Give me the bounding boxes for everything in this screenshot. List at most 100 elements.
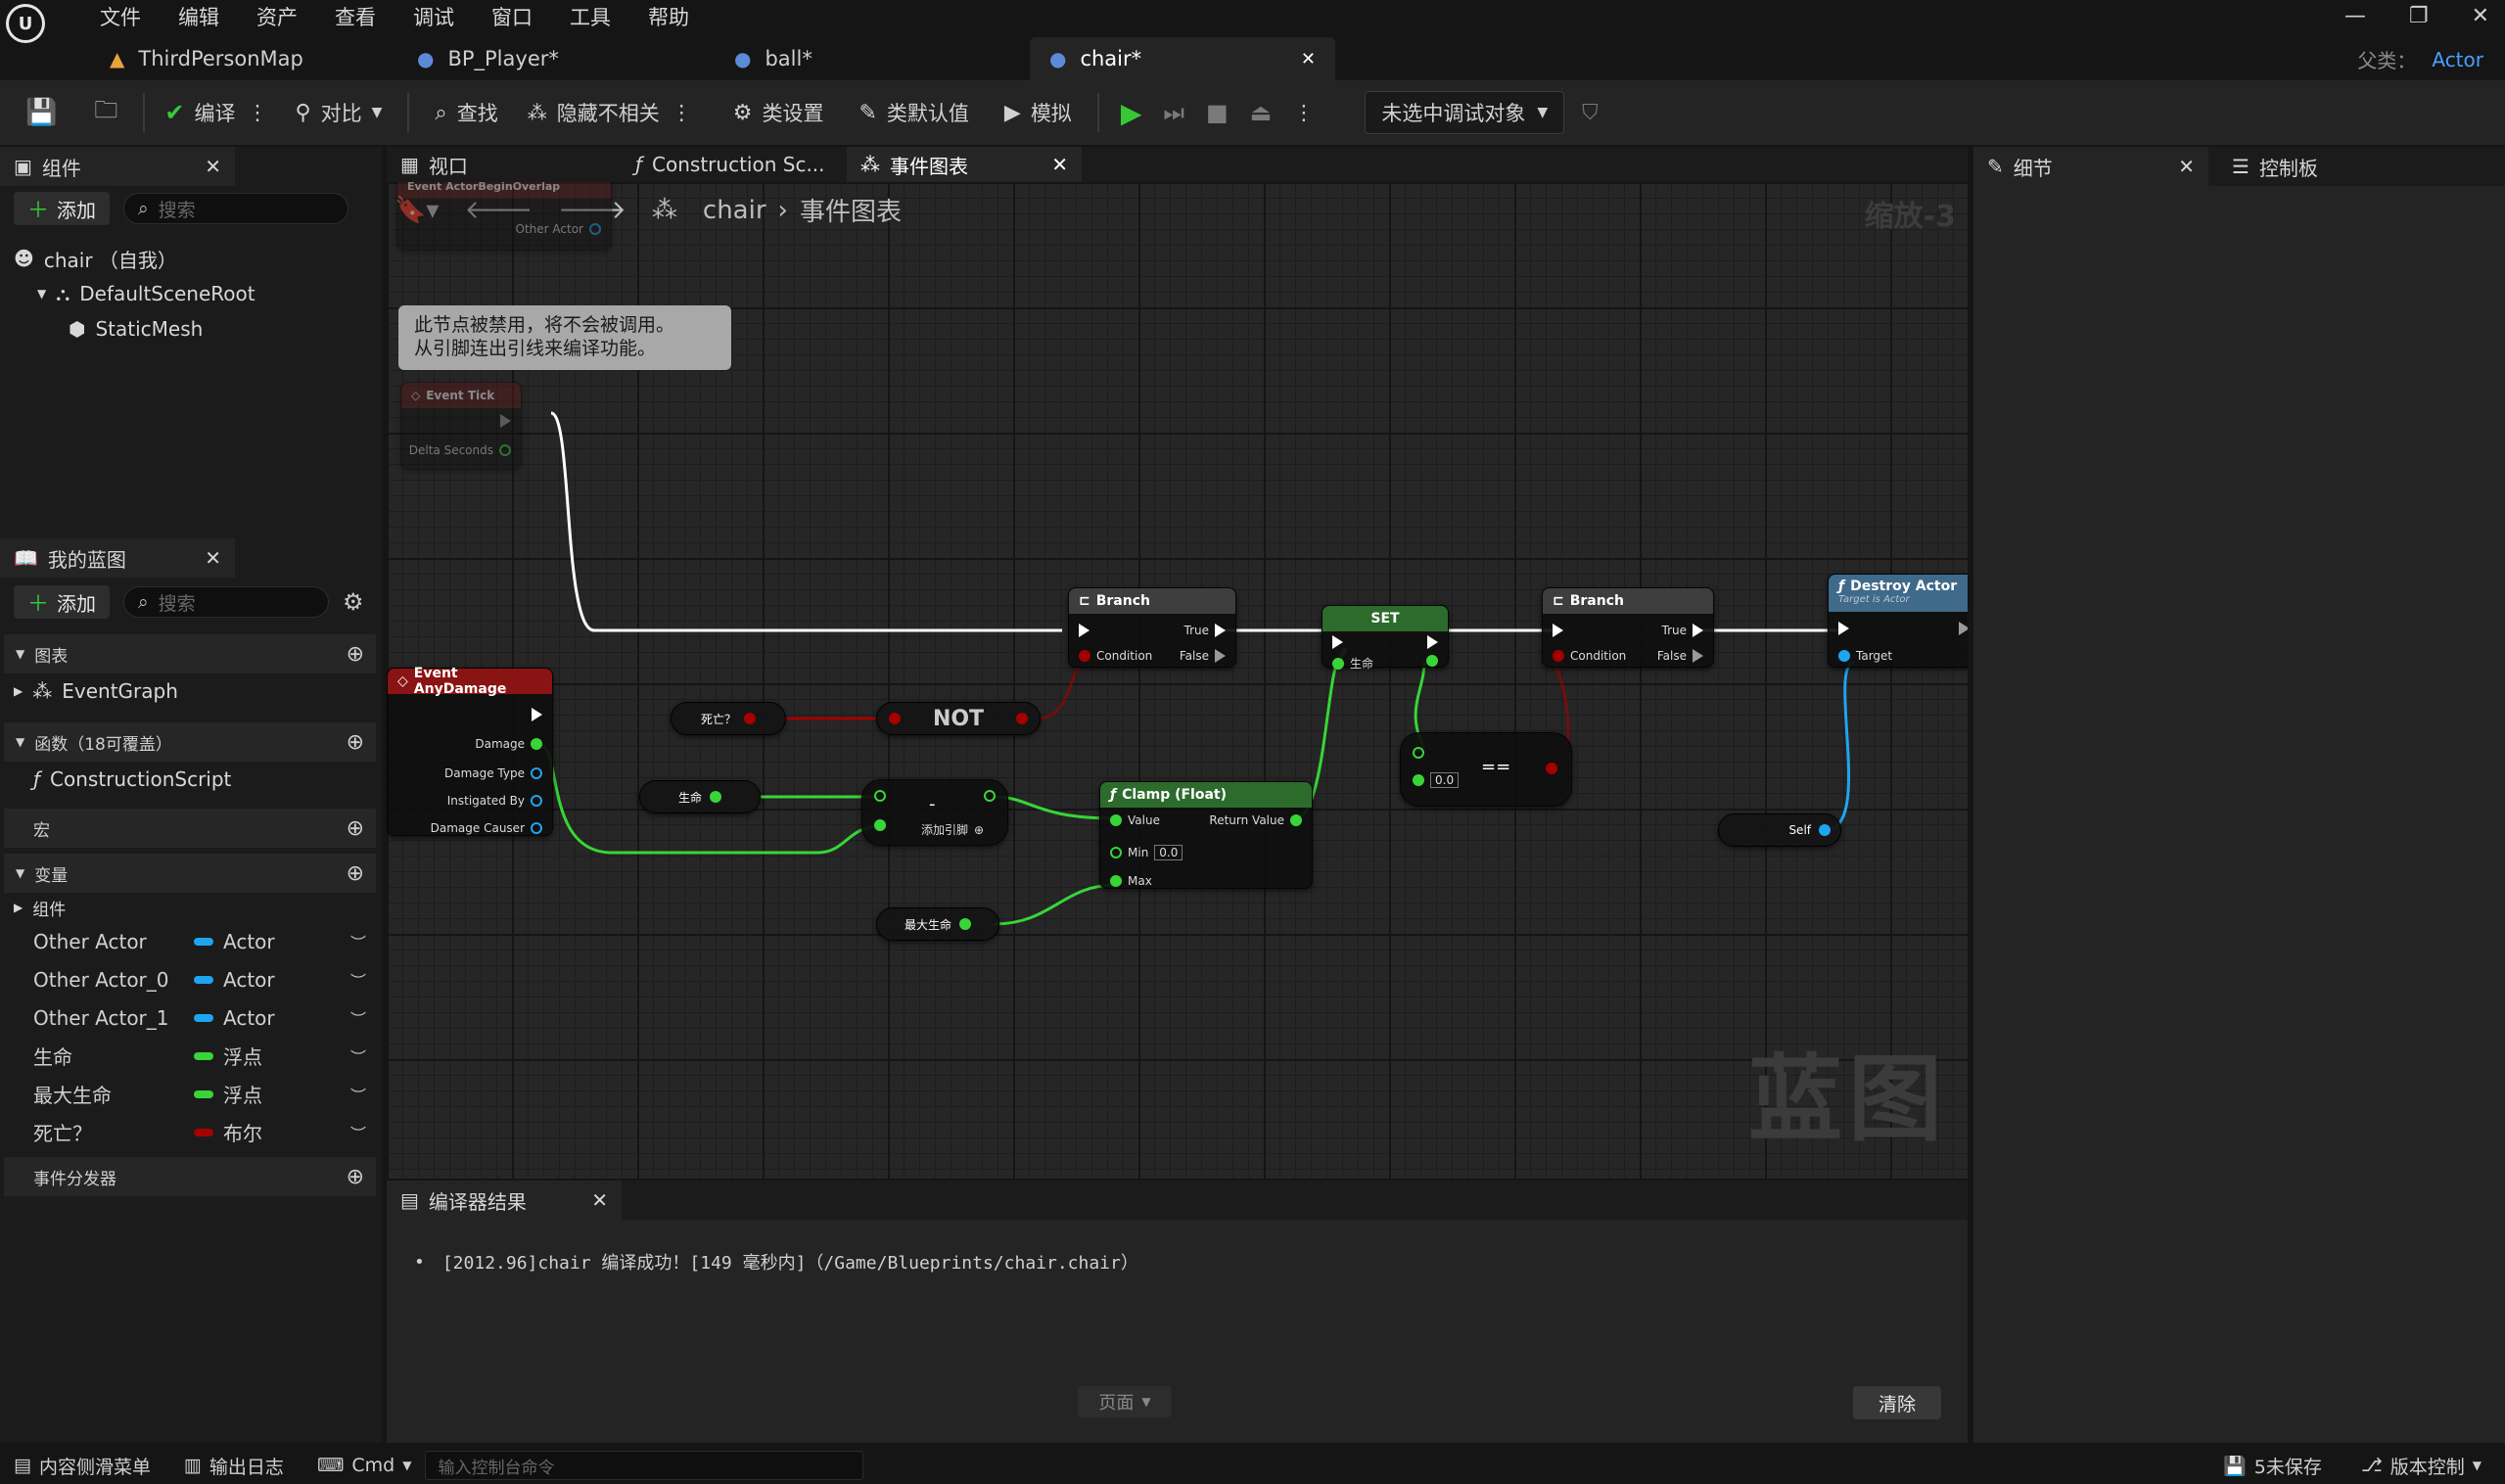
output-log-button[interactable]: ▥ 输出日志 [184, 1453, 284, 1479]
pin-exec-out[interactable] [1959, 622, 1968, 635]
class-settings-button[interactable]: ⚙ 类设置 [727, 80, 830, 145]
pin-damage-type[interactable]: Damage Type [444, 766, 542, 780]
tree-item-self[interactable]: ☻ chair （自我） [14, 241, 255, 276]
close-tab-icon[interactable]: ✕ [205, 155, 221, 178]
console-input[interactable]: 输入控制台命令 [425, 1451, 864, 1480]
node-event-tick[interactable]: ◇ Event Tick Delta Seconds [400, 382, 522, 470]
menu-view[interactable]: 查看 [335, 2, 376, 31]
unreal-logo-icon[interactable]: U [6, 4, 45, 43]
close-tab-icon[interactable]: ✕ [591, 1188, 608, 1212]
min-value-field[interactable]: 0.0 [1154, 845, 1183, 860]
node-set-life[interactable]: SET 生命 [1322, 605, 1449, 671]
category-graphs[interactable]: ▼ 图表 ⊕ [4, 634, 376, 673]
minimize-icon[interactable]: — [2344, 4, 2366, 28]
parent-class-link[interactable]: Actor [2432, 48, 2483, 71]
add-circle-icon[interactable]: ⊕ [347, 816, 364, 841]
pin-exec-out[interactable] [500, 414, 511, 428]
pin-false[interactable]: False [1180, 649, 1226, 663]
mybp-search-input[interactable]: ⌕ 搜索 [123, 586, 330, 618]
cmd-select[interactable]: ⌨ Cmd ▼ [317, 1455, 412, 1476]
pin-exec-out[interactable] [1427, 635, 1438, 649]
restore-icon[interactable]: ❐ [2409, 4, 2429, 28]
browse-button[interactable]: 🗀 [88, 80, 123, 145]
pin-b[interactable] [874, 819, 886, 831]
close-tab-icon[interactable]: ✕ [205, 546, 221, 570]
variable-item[interactable]: 生命 浮点 ︶ [4, 1037, 366, 1075]
category-event-dispatchers[interactable]: 事件分发器 ⊕ [4, 1157, 376, 1196]
tab-my-blueprint[interactable]: 📖 我的蓝图 ✕ [0, 538, 235, 578]
menu-tools[interactable]: 工具 [570, 2, 611, 31]
settings-gear-icon[interactable]: ⚙ [343, 588, 364, 616]
pin-a[interactable] [874, 790, 886, 802]
node-branch-2[interactable]: ⊏ Branch True Condition False [1542, 587, 1714, 668]
pin-life-out[interactable] [1426, 655, 1438, 667]
close-tab-icon[interactable]: ✕ [1301, 49, 1316, 70]
node-event-begin-overlap[interactable]: Event ActorBeginOverlap Other Actor [396, 182, 612, 251]
stop-icon[interactable]: ■ [1206, 99, 1229, 126]
add-pin-button[interactable]: 添加引脚 ⊕ [921, 821, 984, 838]
breadcrumb-event-graph[interactable]: 事件图表 [800, 192, 902, 228]
pin-delta-seconds[interactable]: Delta Seconds [409, 443, 511, 457]
class-defaults-button[interactable]: ✎ 类默认值 [853, 80, 974, 145]
tab-bp-player[interactable]: ● BP_Player* [397, 37, 711, 80]
tab-compiler-results[interactable]: ▤ 编译器结果 ✕ [387, 1181, 622, 1220]
compile-options-button[interactable]: ⋮ [241, 80, 273, 145]
simulate-button[interactable]: ▶ 模拟 [998, 80, 1078, 145]
debug-filter-icon[interactable]: ⛉ [1582, 101, 1599, 125]
pin-true[interactable]: True [1662, 624, 1703, 637]
visibility-eye-icon[interactable]: ︶ [350, 930, 366, 953]
diff-button[interactable]: ⚲ 对比 ▼ [289, 80, 388, 145]
category-variables[interactable]: ▼ 变量 ⊕ [4, 854, 376, 893]
close-window-icon[interactable]: ✕ [2472, 4, 2489, 28]
tab-thirdpersonmap[interactable]: ▲ ThirdPersonMap [90, 37, 394, 80]
pin-damage-causer[interactable]: Damage Causer [431, 821, 542, 835]
pin-exec-in[interactable] [1332, 635, 1343, 649]
visibility-eye-icon[interactable]: ︶ [350, 1006, 366, 1030]
tab-chair[interactable]: ● chair* ✕ [1030, 37, 1335, 80]
step-icon[interactable]: ⏭ [1163, 99, 1184, 126]
visibility-eye-icon[interactable]: ︶ [350, 1044, 366, 1068]
hide-options-button[interactable]: ⋮ [666, 80, 698, 145]
menu-help[interactable]: 帮助 [648, 2, 689, 31]
version-control-button[interactable]: ⎇ 版本控制 ▼ [2361, 1453, 2482, 1479]
add-circle-icon[interactable]: ⊕ [347, 730, 364, 755]
node-subtract[interactable]: - 添加引脚 ⊕ [861, 779, 1008, 846]
pin-exec-out[interactable] [532, 708, 542, 721]
menu-file[interactable]: 文件 [100, 2, 141, 31]
menu-window[interactable]: 窗口 [491, 2, 533, 31]
pin-exec-in[interactable] [1079, 624, 1090, 637]
pin-in[interactable] [889, 713, 901, 724]
tree-item-root[interactable]: ▼ ⛬ DefaultSceneRoot [14, 276, 255, 311]
node-event-any-damage[interactable]: ◇ Event AnyDamage Damage Damage Type Inst… [387, 666, 553, 836]
node-not[interactable]: NOT [876, 702, 1041, 735]
add-component-button[interactable]: ＋ 添加 [14, 192, 111, 225]
components-search-input[interactable]: ⌕ 搜索 [123, 193, 349, 224]
page-select[interactable]: 页面 ▼ [1078, 1386, 1172, 1417]
variable-item[interactable]: 最大生命 浮点 ︶ [4, 1075, 366, 1113]
clear-button[interactable]: 清除 [1853, 1386, 1941, 1419]
node-get-death[interactable]: 死亡？ [671, 702, 786, 735]
visibility-eye-icon[interactable]: ︶ [350, 1121, 366, 1144]
node-clamp-float[interactable]: ƒ Clamp (Float) Value Return Value Min 0.0… [1099, 781, 1313, 889]
pin-other-actor[interactable]: Other Actor [516, 222, 601, 236]
node-self[interactable]: Self [1718, 813, 1841, 847]
node-get-life[interactable]: 生命 [639, 780, 761, 813]
tab-palette[interactable]: ☰ 控制板 [2218, 147, 2332, 186]
pin-condition[interactable]: Condition [1553, 649, 1626, 663]
pin-exec-in[interactable] [1838, 622, 1849, 635]
find-button[interactable]: ⌕ 查找 [429, 80, 503, 145]
pin-true[interactable]: True [1184, 624, 1226, 637]
pin-result[interactable] [1546, 763, 1557, 774]
pin-damage[interactable]: Damage [475, 737, 542, 751]
pin-out[interactable] [1016, 713, 1028, 724]
menu-debug[interactable]: 调试 [413, 2, 454, 31]
add-circle-icon[interactable]: ⊕ [347, 642, 364, 667]
close-tab-icon[interactable]: ✕ [1051, 153, 1068, 176]
tab-event-graph[interactable]: ⁂ 事件图表 ✕ [847, 147, 1082, 182]
save-button[interactable]: 💾 [20, 80, 63, 145]
pin-condition[interactable]: Condition [1079, 649, 1152, 663]
pin-min[interactable]: Min 0.0 [1110, 845, 1183, 860]
pin-exec-in[interactable] [1553, 624, 1563, 637]
tab-details[interactable]: ✎ 细节 ✕ [1973, 147, 2208, 186]
unsaved-button[interactable]: 💾 5未保存 [2223, 1453, 2322, 1479]
